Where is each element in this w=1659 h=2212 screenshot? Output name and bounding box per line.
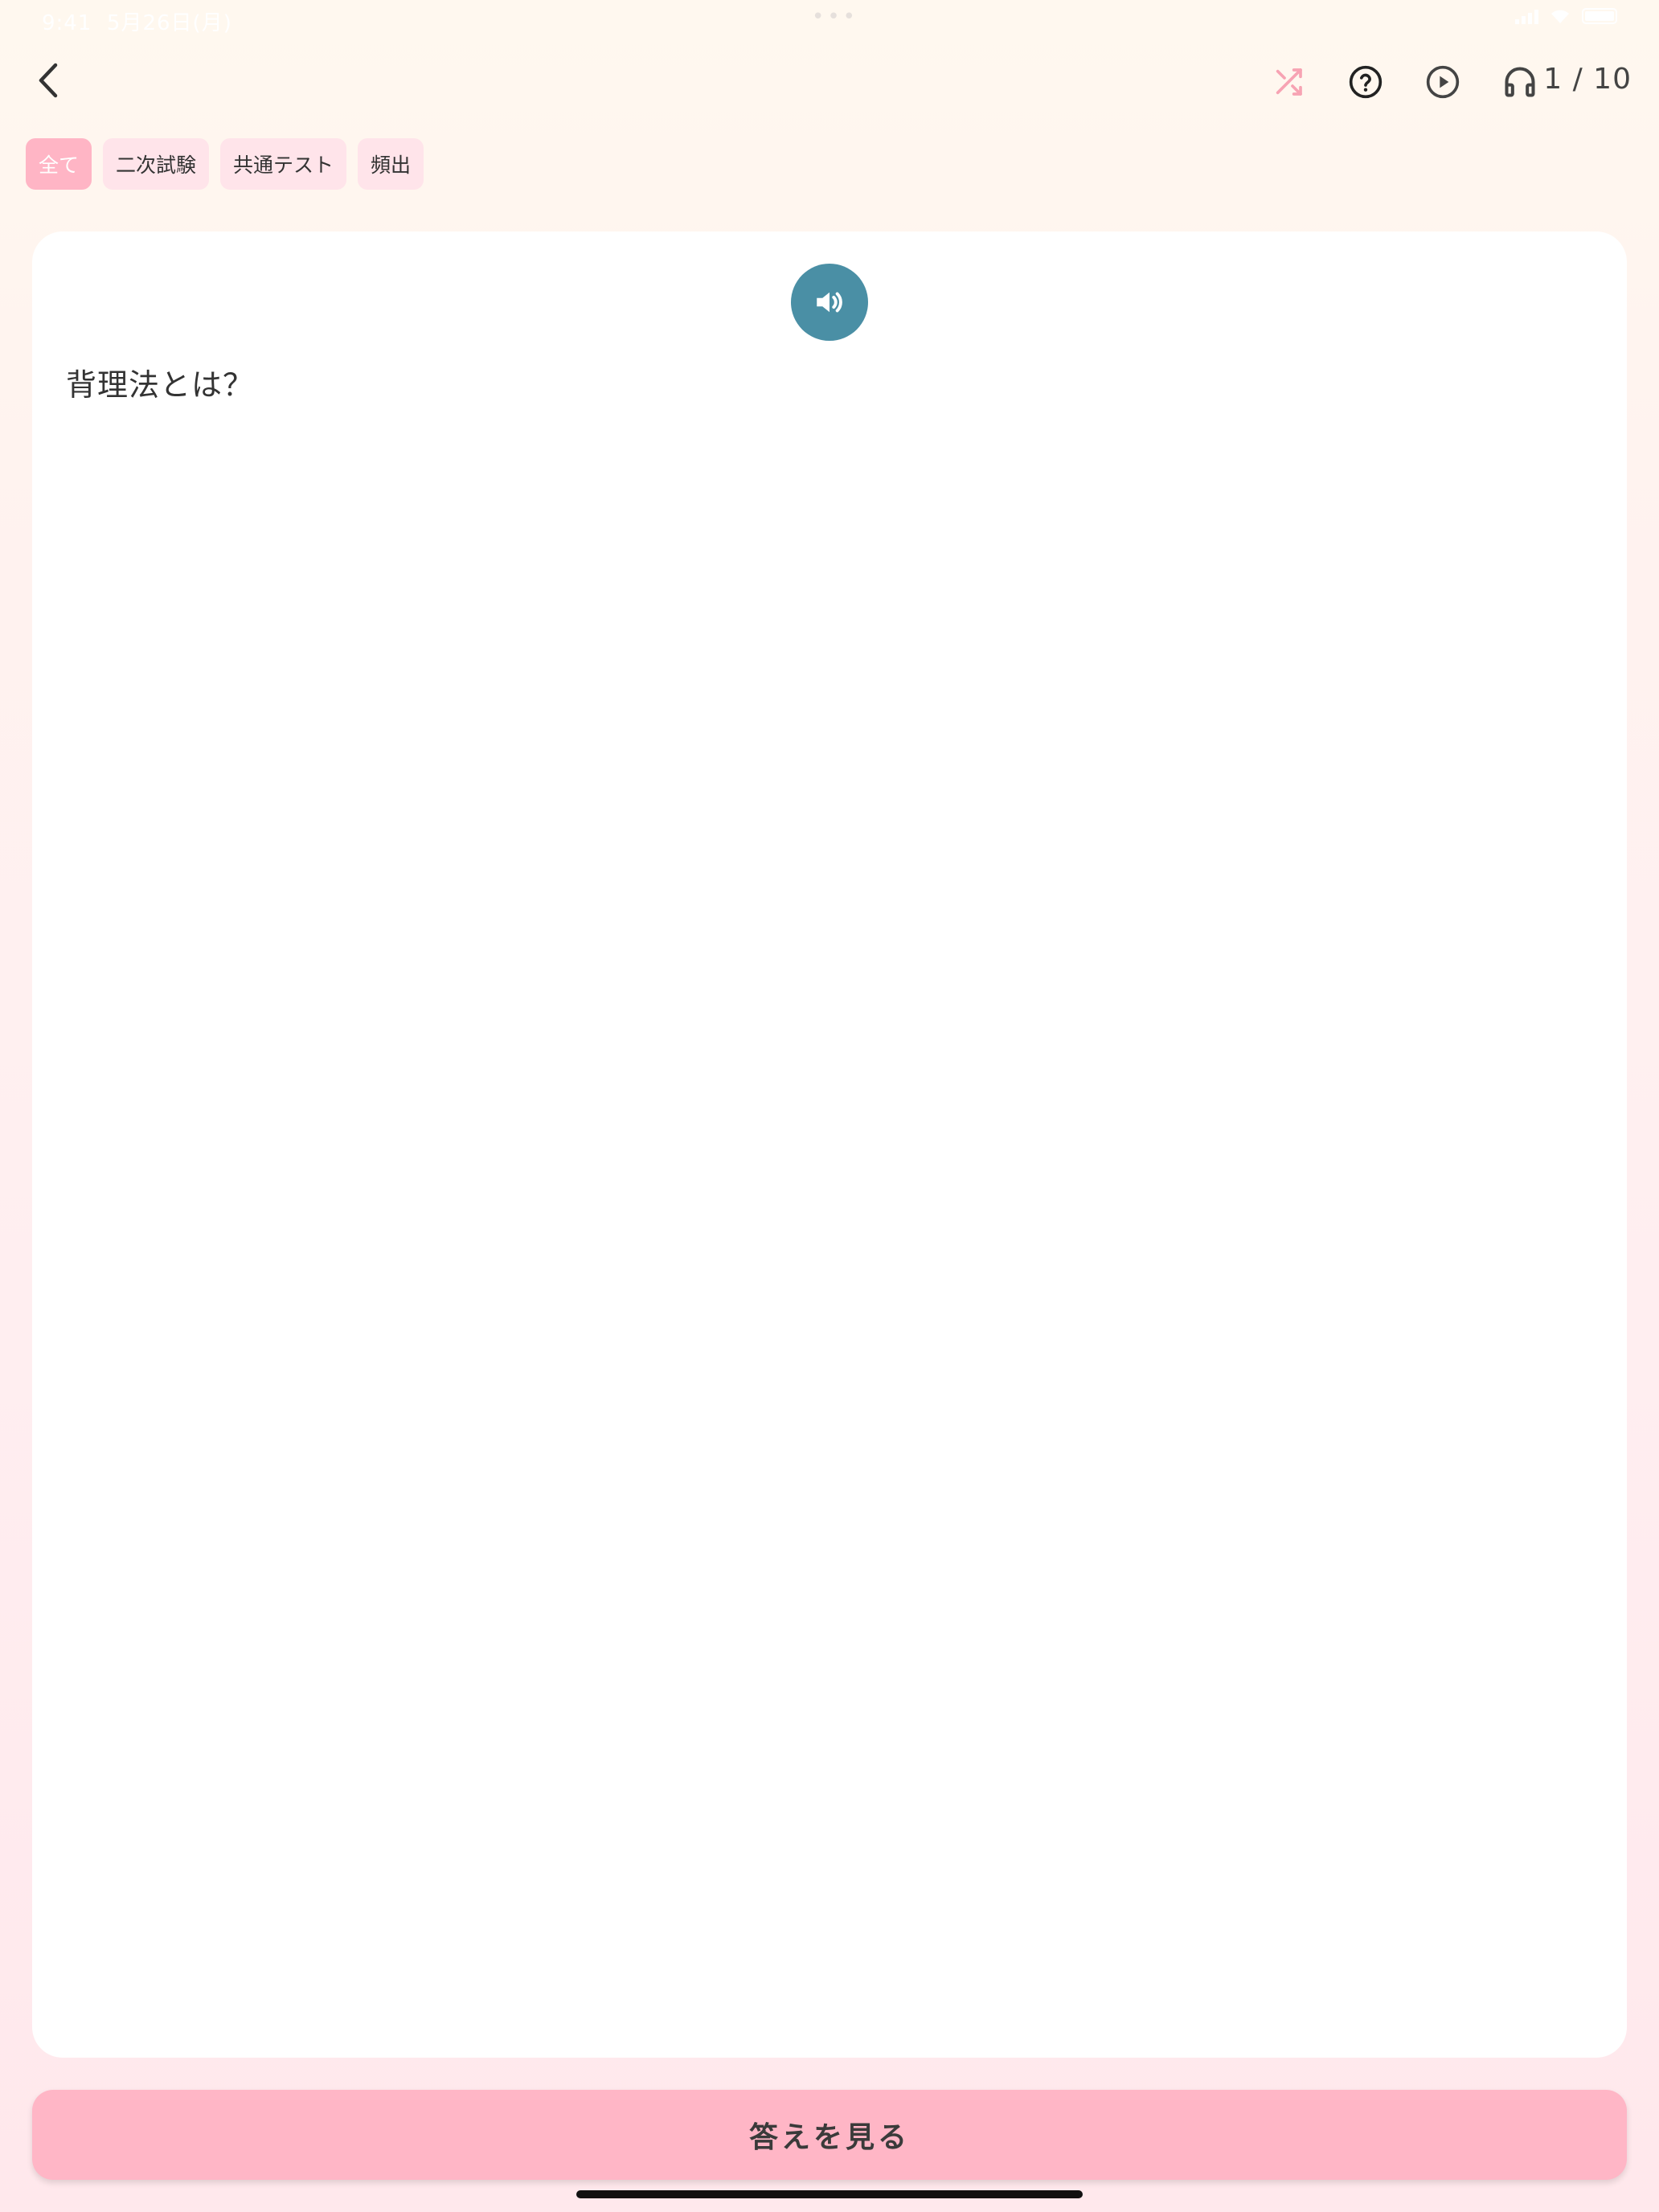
speaker-icon: [817, 292, 842, 313]
question-text: 背理法とは？: [66, 367, 255, 403]
play-audio-button[interactable]: [791, 264, 868, 341]
filter-chip-secondary-exam[interactable]: 二次試験: [103, 138, 210, 190]
status-clock: 9:41: [42, 11, 92, 35]
filter-chip-frequent[interactable]: 頻出: [358, 138, 424, 190]
status-time: 9:41 5月26日(月): [42, 6, 232, 36]
top-bar: 1 / 10: [0, 39, 1659, 129]
audio-mode-button[interactable]: [1494, 56, 1546, 108]
filter-chip-all[interactable]: 全て: [26, 138, 92, 190]
cellular-signal-icon: [1515, 8, 1538, 24]
show-answer-button[interactable]: 答えを見る: [32, 2090, 1627, 2180]
shuffle-icon: [1276, 68, 1302, 96]
filter-tabs: 全て 二次試験 共通テスト 頻出: [26, 138, 424, 190]
home-indicator[interactable]: [576, 2190, 1083, 2198]
multitasking-dots[interactable]: •••: [812, 5, 858, 29]
status-icons: [1515, 8, 1617, 24]
battery-icon: [1582, 8, 1617, 24]
wifi-icon: [1551, 10, 1569, 23]
help-button[interactable]: [1340, 56, 1391, 108]
card-counter: 1 / 10: [1543, 63, 1632, 96]
shuffle-button[interactable]: [1263, 56, 1314, 108]
status-bar: 9:41 5月26日(月) •••: [0, 0, 1659, 39]
filter-chip-common-test[interactable]: 共通テスト: [220, 138, 347, 190]
flashcard: 背理法とは？: [32, 231, 1627, 2058]
status-date: 5月26日(月): [106, 11, 232, 35]
headphones-icon: [1505, 67, 1535, 97]
help-circle-icon: [1349, 65, 1382, 99]
autoplay-button[interactable]: [1417, 56, 1469, 108]
play-circle-icon: [1426, 65, 1460, 99]
chevron-left-icon: [39, 63, 58, 98]
back-button[interactable]: [24, 56, 72, 104]
